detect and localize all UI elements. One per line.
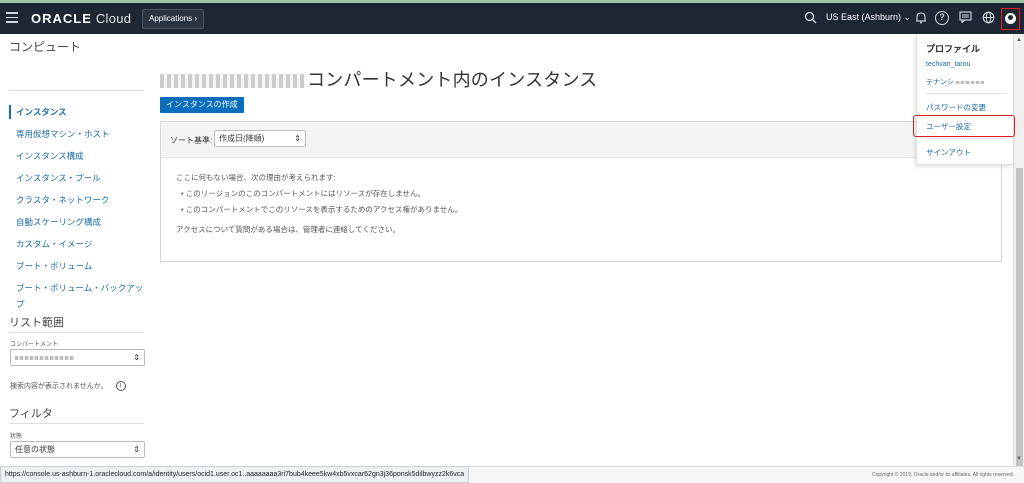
user-icon[interactable]	[1001, 8, 1020, 30]
menu-divider	[926, 138, 1006, 139]
search-icon[interactable]	[803, 11, 817, 25]
sidebar-item-instance-pools[interactable]: インスタンス・プール	[9, 170, 149, 186]
list-scope-title: リスト範囲	[9, 317, 64, 329]
scroll-down-icon[interactable]: ▼	[1016, 456, 1022, 462]
oracle-cloud-logo[interactable]: ORACLE Cloud	[31, 11, 131, 26]
user-settings-highlight	[913, 115, 1015, 137]
sidebar-item-boot-volumes[interactable]: ブート・ボリューム	[9, 258, 149, 274]
create-instance-button[interactable]: インスタンスの作成	[160, 97, 244, 113]
redacted-tenancy-name	[955, 80, 984, 84]
reason-text: このコンパートメントでこのリソースを表示するためのアクセス権がありません。	[185, 205, 463, 214]
stepper-icon: ⇕	[133, 353, 140, 362]
page-scrollbar[interactable]: ▲ ▼	[1013, 34, 1024, 483]
compartment-label: コンパートメント	[10, 342, 59, 348]
chevron-down-icon: ⌄	[903, 12, 912, 22]
state-label: 状態	[10, 434, 23, 440]
compartment-select[interactable]: ⇕	[10, 349, 145, 366]
sidebar-divider	[9, 332, 144, 333]
redacted-compartment-name	[15, 356, 75, 360]
scrollbar-thumb[interactable]	[1016, 168, 1023, 483]
sort-label: ソート基準:	[170, 136, 213, 145]
instances-panel: ソート基準: 作成日(降順) ⇕ ここに何もない場合、次の理由が考えられます: …	[160, 121, 1002, 262]
copyright-text: Copyright © 2019, Oracle and/or its affi…	[872, 472, 1014, 478]
sidebar-item-instances[interactable]: インスタンス	[9, 104, 149, 120]
state-value: 任意の状態	[15, 445, 55, 454]
region-selector[interactable]: US East (Ashburn) ⌄	[826, 12, 911, 23]
sidebar-item-autoscaling[interactable]: 自動スケーリング構成	[9, 214, 149, 230]
sidebar-divider	[9, 90, 144, 91]
sort-select[interactable]: 作成日(降順) ⇕	[214, 130, 306, 147]
change-password-link[interactable]: パスワードの変更	[926, 102, 986, 113]
applications-label: Applications	[149, 14, 193, 23]
stepper-icon: ⇕	[133, 445, 140, 454]
empty-state-reason: • このリージョンのこのコンパートメントにはリソースが存在しません。	[181, 189, 425, 198]
sidebar-title: コンピュート	[9, 40, 82, 54]
redacted-compartment-title	[160, 74, 305, 89]
region-label: US East (Ashburn)	[826, 12, 902, 22]
panel-toolbar: ソート基準: 作成日(降順) ⇕	[161, 122, 1001, 158]
chat-icon[interactable]	[958, 11, 972, 25]
empty-state-intro: ここに何もない場合、次の理由が考えられます:	[176, 173, 336, 182]
sidebar-item-cluster-networks[interactable]: クラスタ・ネットワーク	[9, 192, 149, 208]
hover-url: https://console.us-ashburn-1.oraclecloud…	[0, 466, 470, 483]
empty-state-contact: アクセスについて質問がある場合は、管理者に連絡してください。	[176, 225, 400, 234]
sidebar-divider	[9, 423, 144, 424]
info-icon[interactable]: i	[115, 381, 126, 392]
sign-out-link[interactable]: サインアウト	[926, 147, 971, 158]
top-navigation-bar: ORACLE Cloud Applications › US East (Ash…	[0, 3, 1024, 34]
applications-button[interactable]: Applications ›	[142, 9, 205, 29]
page-title: コンパートメント内のインスタンス	[160, 66, 597, 92]
search-help-label: 検索内容が表示されませんか。	[10, 383, 108, 390]
tenancy-label: テナンシ	[926, 79, 954, 86]
brand-name: ORACLE	[31, 11, 92, 26]
globe-icon[interactable]	[981, 11, 995, 25]
profile-username-link[interactable]: techvan_tarou	[926, 61, 970, 68]
sidebar-item-custom-images[interactable]: カスタム・イメージ	[9, 236, 149, 252]
sort-value: 作成日(降順)	[219, 134, 265, 143]
profile-dropdown: プロファイル techvan_tarou テナンシ パスワードの変更 ユーザー設…	[916, 34, 1013, 165]
scroll-up-icon[interactable]: ▲	[1016, 37, 1022, 43]
filter-title: フィルタ	[9, 408, 53, 420]
brand-suffix: Cloud	[95, 11, 132, 26]
sidebar-item-instance-configurations[interactable]: インスタンス構成	[9, 148, 149, 164]
help-icon[interactable]: ?	[935, 11, 949, 25]
state-select[interactable]: 任意の状態 ⇕	[10, 441, 145, 458]
profile-tenancy-link[interactable]: テナンシ	[926, 77, 984, 87]
profile-title: プロファイル	[926, 44, 981, 54]
menu-divider	[926, 93, 1006, 94]
hamburger-icon[interactable]	[6, 12, 18, 24]
stepper-icon: ⇕	[294, 134, 301, 143]
empty-state-reason: • このコンパートメントでこのリソースを表示するためのアクセス権がありません。	[181, 205, 463, 214]
sidebar-item-boot-volume-backups[interactable]: ブート・ボリューム・バックアップ	[9, 280, 149, 309]
bell-icon[interactable]	[914, 11, 928, 25]
chevron-right-icon: ›	[194, 14, 198, 23]
reason-text: このリージョンのこのコンパートメントにはリソースが存在しません。	[185, 189, 425, 198]
search-help-text: 検索内容が表示されませんか。 i	[10, 381, 126, 392]
sidebar-item-dedicated-hosts[interactable]: 専用仮想マシン・ホスト	[9, 126, 149, 142]
page-title-text: コンパートメント内のインスタンス	[307, 70, 598, 90]
